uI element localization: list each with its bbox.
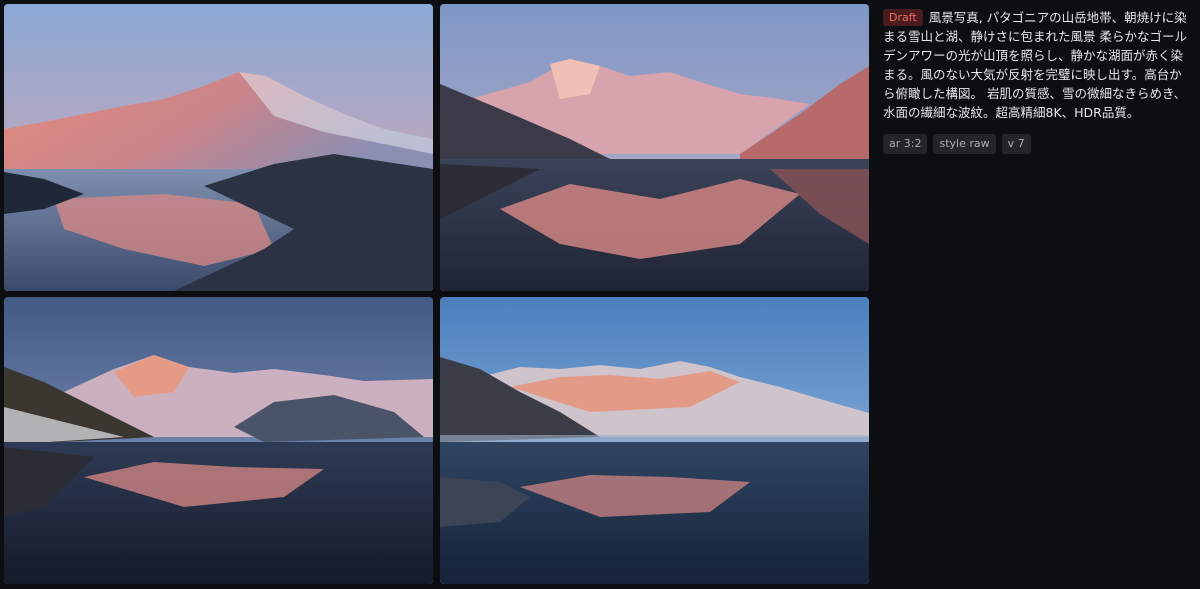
image-2-scene (440, 4, 869, 291)
image-3-scene (4, 297, 433, 584)
tag-aspect-ratio[interactable]: ar 3:2 (883, 134, 928, 154)
generated-image-3[interactable] (4, 297, 433, 584)
generated-image-1[interactable] (4, 4, 433, 291)
image-4-scene (440, 297, 869, 584)
prompt-text: 風景写真, パタゴニアの山岳地帯、朝焼けに染まる雪山と湖、静けさに包まれた風景 … (883, 10, 1187, 120)
prompt-panel: Draft 風景写真, パタゴニアの山岳地帯、朝焼けに染まる雪山と湖、静けさに包ま… (883, 8, 1188, 154)
tag-version[interactable]: v 7 (1001, 134, 1031, 154)
parameter-tags: ar 3:2 style raw v 7 (883, 134, 1188, 154)
tag-style[interactable]: style raw (933, 134, 996, 154)
image-1-scene (4, 4, 433, 291)
generated-image-4[interactable] (440, 297, 869, 584)
generated-image-2[interactable] (440, 4, 869, 291)
draft-badge: Draft (883, 9, 923, 26)
prompt-text-block: Draft 風景写真, パタゴニアの山岳地帯、朝焼けに染まる雪山と湖、静けさに包ま… (883, 8, 1188, 122)
